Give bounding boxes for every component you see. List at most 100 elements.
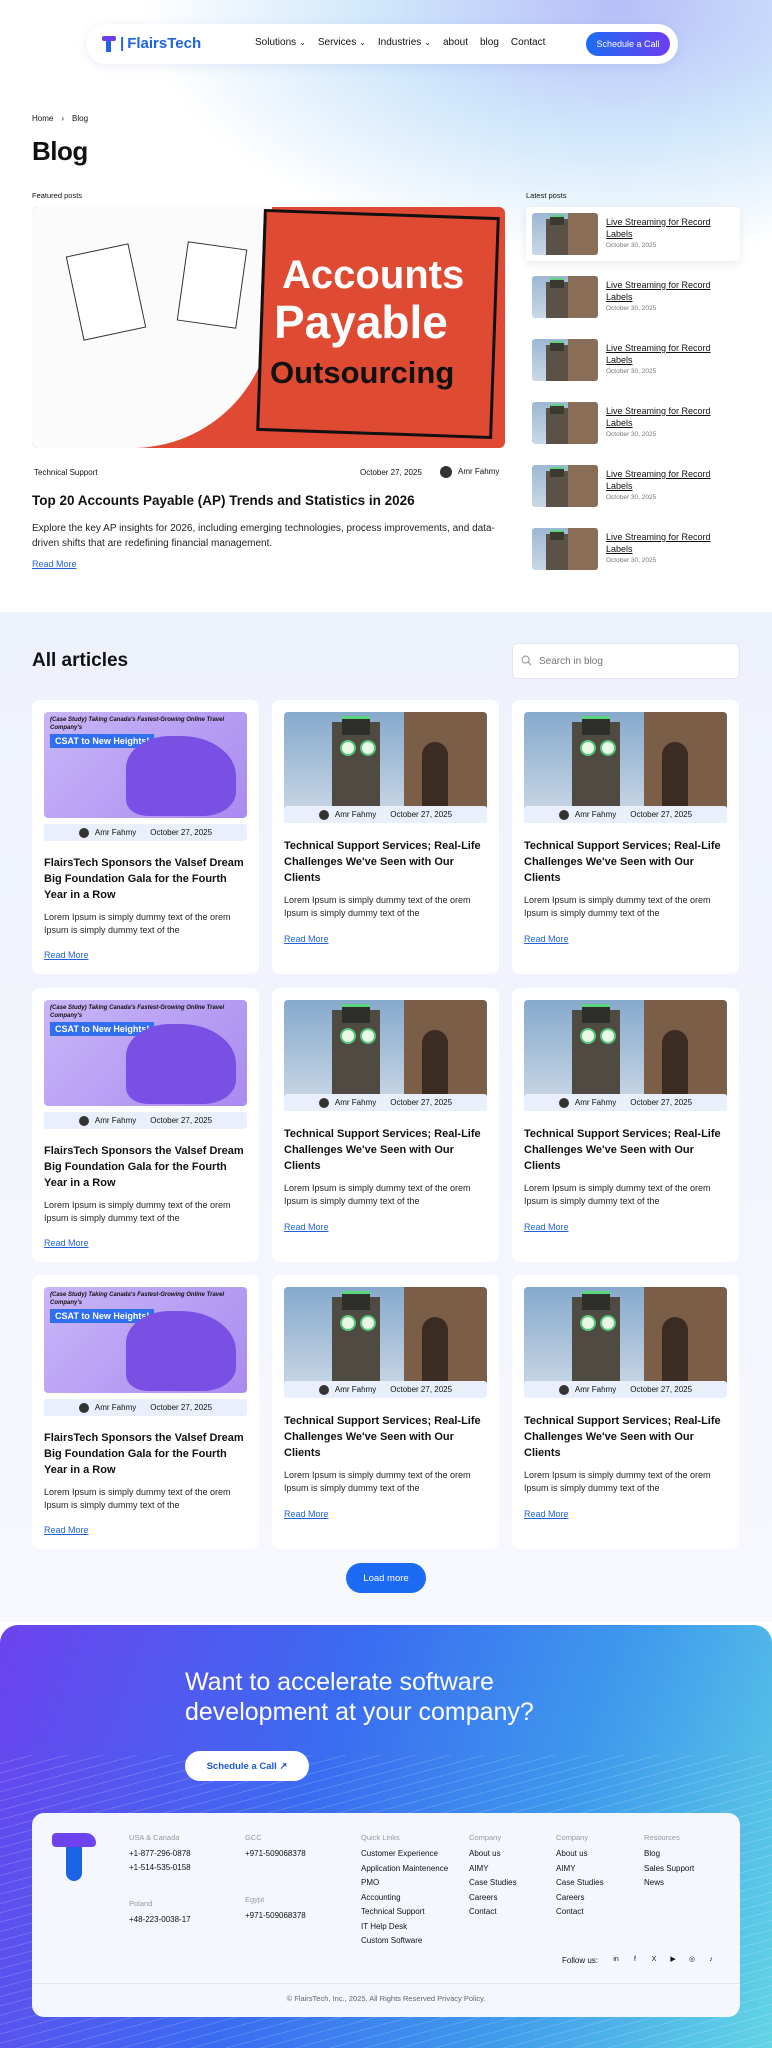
- latest-post-title[interactable]: Live Streaming for Record Labels: [606, 279, 734, 303]
- instagram-icon[interactable]: ◎: [685, 1953, 699, 1967]
- post-thumbnail: [532, 276, 598, 318]
- article-meta: Amr Fahmy October 27, 2025: [524, 1381, 727, 1398]
- schedule-call-button[interactable]: Schedule a Call: [586, 32, 670, 56]
- youtube-icon[interactable]: ▶: [666, 1953, 680, 1967]
- article-title[interactable]: Technical Support Services; Real-Life Ch…: [284, 838, 490, 886]
- article-title[interactable]: Technical Support Services; Real-Life Ch…: [284, 1126, 490, 1174]
- footer-link[interactable]: Blog: [644, 1849, 660, 1858]
- article-read-more[interactable]: Read More: [284, 1222, 329, 1232]
- article-description: Lorem Ipsum is simply dummy text of the …: [284, 1470, 471, 1493]
- egypt-phone[interactable]: +971-509068378: [245, 1911, 306, 1920]
- nav-about[interactable]: about: [443, 37, 468, 48]
- footer-link[interactable]: Customer Experience: [361, 1849, 438, 1858]
- article-card[interactable]: (Case Study) Taking Canada's Fastest-Gro…: [32, 1275, 259, 1549]
- load-more-button[interactable]: Load more: [346, 1563, 426, 1593]
- article-read-more[interactable]: Read More: [44, 1238, 89, 1248]
- footer-link[interactable]: Contact: [556, 1907, 584, 1916]
- nav-services[interactable]: Services ⌄: [318, 37, 366, 48]
- article-title[interactable]: Technical Support Services; Real-Life Ch…: [524, 1413, 730, 1461]
- building-shape: [568, 339, 598, 381]
- article-title[interactable]: Technical Support Services; Real-Life Ch…: [284, 1413, 490, 1461]
- footer-link[interactable]: Sales Support: [644, 1864, 694, 1873]
- article-title[interactable]: Technical Support Services; Real-Life Ch…: [524, 1126, 730, 1174]
- nav-contact[interactable]: Contact: [511, 37, 545, 48]
- article-read-more[interactable]: Read More: [284, 1509, 329, 1519]
- latest-post-title[interactable]: Live Streaming for Record Labels: [606, 531, 734, 555]
- brand-logo[interactable]: | FlairsTech: [102, 35, 201, 52]
- latest-post-item[interactable]: Live Streaming for Record Labels October …: [526, 270, 740, 324]
- article-date: October 27, 2025: [630, 810, 693, 819]
- nav-solutions[interactable]: Solutions ⌄: [255, 37, 306, 48]
- article-title[interactable]: Technical Support Services; Real-Life Ch…: [524, 838, 730, 886]
- x-icon[interactable]: X: [647, 1953, 661, 1967]
- featured-image[interactable]: Accounts Payable Outsourcing: [32, 207, 505, 448]
- article-card[interactable]: Amr Fahmy October 27, 2025 Technical Suppo…: [272, 988, 499, 1262]
- footer-link[interactable]: Case Studies: [556, 1878, 604, 1887]
- poland-phone[interactable]: +48-223-0038-17: [129, 1915, 191, 1924]
- footer-link[interactable]: Custom Software: [361, 1936, 422, 1945]
- nav-industries[interactable]: Industries ⌄: [378, 37, 431, 48]
- article-read-more[interactable]: Read More: [44, 1525, 89, 1535]
- article-card[interactable]: Amr Fahmy October 27, 2025 Technical Suppo…: [512, 700, 739, 974]
- usa-phone-1[interactable]: +1-877-296-0878: [129, 1849, 191, 1858]
- latest-post-title[interactable]: Live Streaming for Record Labels: [606, 216, 734, 240]
- article-card[interactable]: Amr Fahmy October 27, 2025 Technical Suppo…: [512, 988, 739, 1262]
- article-read-more[interactable]: Read More: [524, 1222, 569, 1232]
- gcc-label: GCC: [245, 1833, 262, 1842]
- footer-link[interactable]: AIMY: [469, 1864, 489, 1873]
- footer-link[interactable]: About us: [469, 1849, 501, 1858]
- footer-link[interactable]: News: [644, 1878, 664, 1887]
- footer-link[interactable]: Careers: [469, 1893, 497, 1902]
- latest-post-item[interactable]: Live Streaming for Record Labels October …: [526, 207, 740, 261]
- latest-post-item[interactable]: Live Streaming for Record Labels October …: [526, 522, 740, 576]
- footer-link[interactable]: Accounting: [361, 1893, 401, 1902]
- nav-blog[interactable]: blog: [480, 37, 499, 48]
- article-read-more[interactable]: Read More: [44, 950, 89, 960]
- clock-face-icon: [360, 1315, 376, 1331]
- latest-post-item[interactable]: Live Streaming for Record Labels October …: [526, 333, 740, 387]
- breadcrumb-home[interactable]: Home: [32, 114, 53, 123]
- navbar: | FlairsTech Solutions ⌄ Services ⌄ Industr…: [86, 24, 678, 64]
- article-title[interactable]: FlairsTech Sponsors the Valsef Dream Big…: [44, 1143, 250, 1191]
- footer-link[interactable]: AIMY: [556, 1864, 576, 1873]
- footer-link[interactable]: Contact: [469, 1907, 497, 1916]
- search-input[interactable]: [512, 643, 740, 679]
- tiktok-icon[interactable]: ♪: [704, 1953, 718, 1967]
- footer-schedule-call-button[interactable]: Schedule a Call ↗: [185, 1751, 309, 1781]
- clock-face-icon: [360, 740, 376, 756]
- linkedin-icon[interactable]: in: [609, 1953, 623, 1967]
- article-description: Lorem Ipsum is simply dummy text of the …: [524, 1183, 711, 1206]
- latest-post-title[interactable]: Live Streaming for Record Labels: [606, 405, 734, 429]
- article-card[interactable]: (Case Study) Taking Canada's Fastest-Gro…: [32, 700, 259, 974]
- arch-shape: [644, 712, 727, 810]
- article-read-more[interactable]: Read More: [284, 934, 329, 944]
- article-card[interactable]: Amr Fahmy October 27, 2025 Technical Suppo…: [512, 1275, 739, 1549]
- article-author: Amr Fahmy: [574, 1385, 617, 1394]
- featured-read-more[interactable]: Read More: [32, 559, 77, 569]
- latest-post-item[interactable]: Live Streaming for Record Labels October …: [526, 396, 740, 450]
- footer-link[interactable]: Case Studies: [469, 1878, 517, 1887]
- footer-link[interactable]: Technical Support: [361, 1907, 425, 1916]
- footer-link[interactable]: IT Help Desk: [361, 1922, 407, 1931]
- footer-link[interactable]: Application Maintenence: [361, 1864, 448, 1873]
- facebook-icon[interactable]: f: [628, 1953, 642, 1967]
- article-read-more[interactable]: Read More: [524, 1509, 569, 1519]
- latest-post-item[interactable]: Live Streaming for Record Labels October …: [526, 459, 740, 513]
- case-study-caption: (Case Study) Taking Canada's Fastest-Gro…: [50, 1292, 225, 1306]
- footer-logo-icon[interactable]: [52, 1833, 96, 1881]
- article-card[interactable]: Amr Fahmy October 27, 2025 Technical Suppo…: [272, 1275, 499, 1549]
- latest-post-title[interactable]: Live Streaming for Record Labels: [606, 468, 734, 492]
- article-card[interactable]: (Case Study) Taking Canada's Fastest-Gro…: [32, 988, 259, 1262]
- article-card[interactable]: Amr Fahmy October 27, 2025 Technical Suppo…: [272, 700, 499, 974]
- footer-link[interactable]: About us: [556, 1849, 588, 1858]
- latest-post-title[interactable]: Live Streaming for Record Labels: [606, 342, 734, 366]
- usa-phone-2[interactable]: +1-514-535-0158: [129, 1863, 191, 1872]
- article-title[interactable]: FlairsTech Sponsors the Valsef Dream Big…: [44, 1430, 250, 1478]
- article-read-more[interactable]: Read More: [524, 934, 569, 944]
- gcc-phone[interactable]: +971-509068378: [245, 1849, 306, 1858]
- footer-link[interactable]: Careers: [556, 1893, 584, 1902]
- footer-link[interactable]: PMO: [361, 1878, 379, 1887]
- clock-face-icon: [600, 1315, 616, 1331]
- article-title[interactable]: FlairsTech Sponsors the Valsef Dream Big…: [44, 855, 250, 903]
- featured-title[interactable]: Top 20 Accounts Payable (AP) Trends and …: [32, 493, 415, 508]
